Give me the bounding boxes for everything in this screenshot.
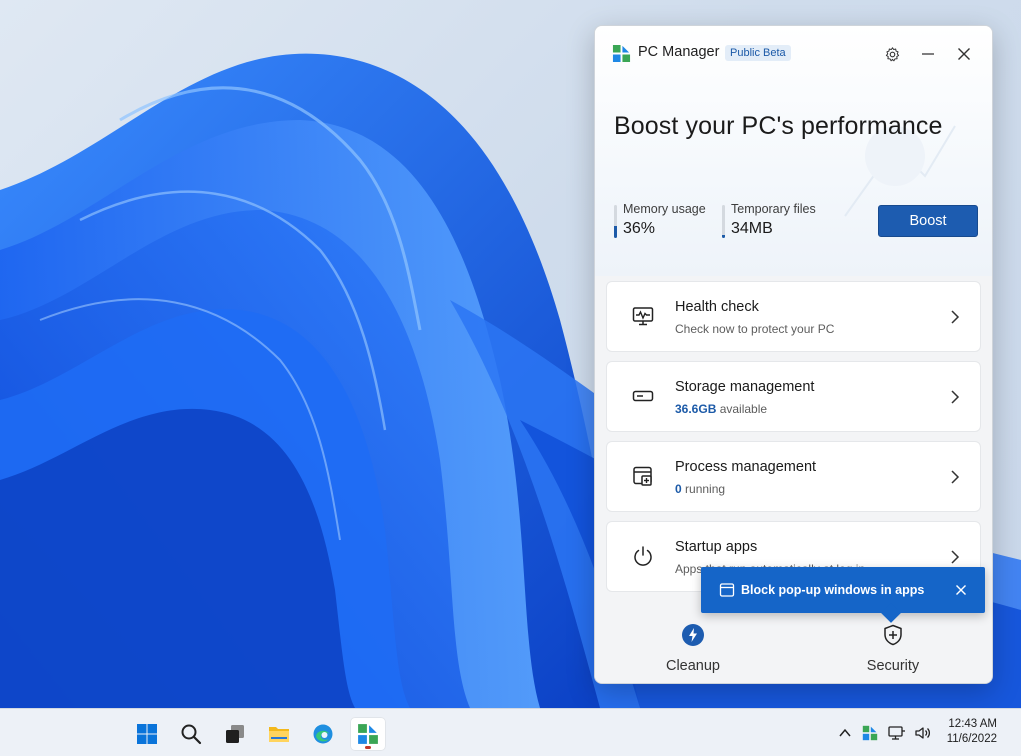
toast-text: Block pop-up windows in apps <box>741 583 925 597</box>
search-button[interactable] <box>173 717 209 751</box>
memory-usage-value: 36% <box>623 220 656 237</box>
card-title: Startup apps <box>675 539 758 555</box>
clock-date: 11/6/2022 <box>946 733 997 745</box>
clock-time: 12:43 AM <box>948 718 997 730</box>
taskbar-clock[interactable]: 12:43 AM 11/6/2022 <box>947 717 997 747</box>
chevron-right-icon <box>951 470 960 484</box>
monitor-pulse-icon <box>632 307 654 326</box>
lightning-bolt-icon <box>682 624 704 646</box>
pc-manager-taskbar-button[interactable] <box>350 717 386 751</box>
shield-plus-icon <box>884 624 902 646</box>
card-subtitle-text: running <box>681 482 726 496</box>
process-window-icon <box>633 466 652 486</box>
memory-usage-bar <box>614 205 617 238</box>
page-title: Boost your PC's performance <box>614 112 943 140</box>
popup-blocker-toast[interactable]: Block pop-up windows in apps <box>701 567 985 623</box>
close-button[interactable] <box>951 41 977 67</box>
edge-browser-button[interactable] <box>305 717 341 751</box>
drive-icon <box>632 390 654 402</box>
card-subtitle: 0 running <box>675 482 725 496</box>
system-tray <box>838 709 932 756</box>
close-icon[interactable] <box>953 582 969 598</box>
bottom-navigation: Cleanup Security <box>595 611 992 683</box>
process-management-card[interactable]: Process management 0 running <box>606 441 981 512</box>
pc-manager-logo-icon <box>612 44 631 63</box>
settings-button[interactable] <box>879 41 905 67</box>
file-explorer-button[interactable] <box>261 717 297 751</box>
card-subtitle-text: Check now to protect your PC <box>675 322 835 336</box>
memory-usage-fill <box>614 226 617 238</box>
temporary-files-fill <box>722 235 725 238</box>
chevron-right-icon <box>951 550 960 564</box>
nav-security[interactable]: Security <box>833 623 953 674</box>
minimize-button[interactable] <box>915 41 941 67</box>
card-title: Storage management <box>675 379 815 395</box>
task-view-icon <box>226 725 244 743</box>
window-icon <box>719 583 735 597</box>
nav-security-label: Security <box>866 658 920 674</box>
boost-button[interactable]: Boost <box>878 205 978 237</box>
card-title: Health check <box>675 299 759 315</box>
card-title: Process management <box>675 459 817 475</box>
temporary-files-value: 34MB <box>731 220 773 237</box>
nav-cleanup[interactable]: Cleanup <box>633 623 753 674</box>
windows-logo-icon <box>137 724 157 744</box>
close-icon <box>958 48 970 60</box>
card-subtitle: Check now to protect your PC <box>675 322 834 336</box>
temporary-files-metric: Temporary files 34MB <box>722 202 816 240</box>
chevron-up-icon[interactable] <box>838 726 852 740</box>
health-check-card[interactable]: Health check Check now to protect your P… <box>606 281 981 352</box>
temporary-files-bar <box>722 205 725 238</box>
power-icon <box>634 546 652 566</box>
task-view-button[interactable] <box>217 717 253 751</box>
title-bar: PC Manager Public Beta <box>595 26 992 80</box>
temporary-files-label: Temporary files <box>731 202 816 216</box>
search-icon <box>181 724 202 745</box>
pc-manager-tray-icon[interactable] <box>862 725 878 741</box>
storage-management-card[interactable]: Storage management 36.6GB available <box>606 361 981 432</box>
card-subtitle: 36.6GB available <box>675 402 767 416</box>
chevron-right-icon <box>951 390 960 404</box>
chevron-right-icon <box>951 310 960 324</box>
taskbar: 12:43 AM 11/6/2022 <box>0 708 1021 756</box>
folder-icon <box>269 727 289 742</box>
memory-usage-metric: Memory usage 36% <box>614 202 706 240</box>
start-button[interactable] <box>129 717 165 751</box>
public-beta-badge: Public Beta <box>725 45 791 61</box>
pc-manager-logo-icon <box>358 724 378 744</box>
card-subtitle-text: available <box>716 402 768 416</box>
minimize-icon <box>922 53 934 55</box>
network-icon[interactable] <box>888 725 906 741</box>
volume-icon[interactable] <box>914 725 932 741</box>
card-subtitle-value: 36.6GB <box>675 402 717 416</box>
gear-icon <box>885 46 899 61</box>
running-indicator <box>365 746 371 749</box>
edge-icon <box>313 724 333 744</box>
memory-usage-label: Memory usage <box>623 202 706 216</box>
app-title: PC Manager <box>638 44 720 60</box>
nav-cleanup-label: Cleanup <box>665 658 720 674</box>
card-subtitle-value: 0 <box>675 482 682 496</box>
